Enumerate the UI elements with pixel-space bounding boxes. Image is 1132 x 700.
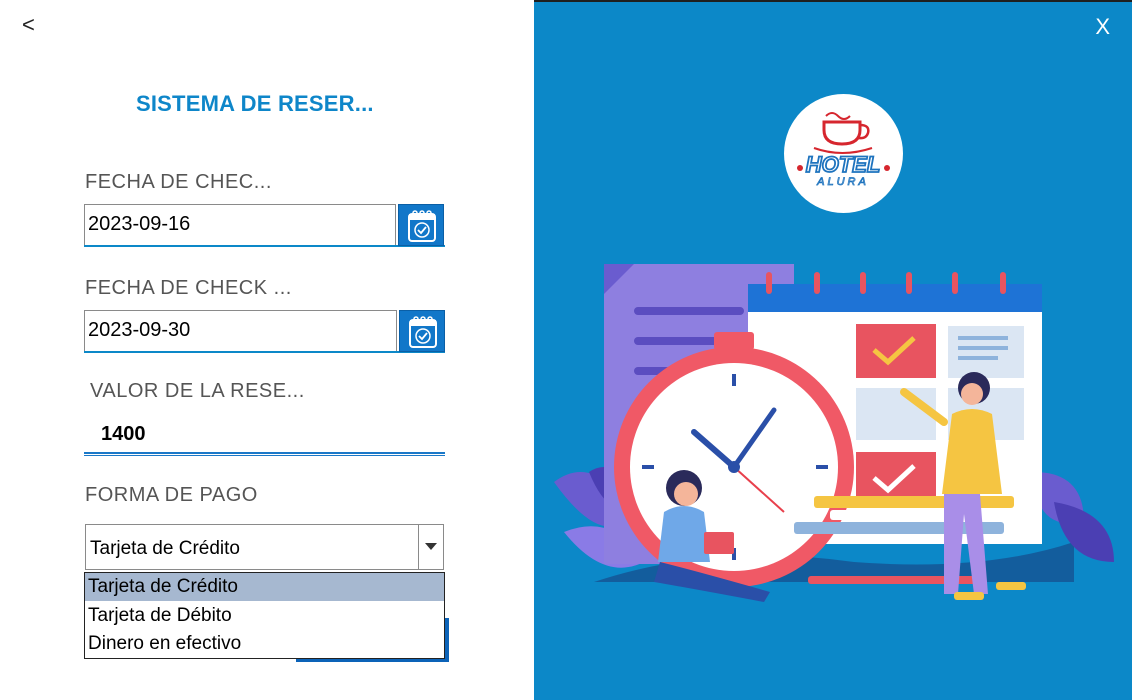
reservation-illustration <box>554 264 1114 602</box>
checkout-date-field[interactable]: 2023-09-30 <box>84 310 397 352</box>
payment-method-label: FORMA DE PAGO <box>85 484 258 506</box>
reservation-value-field[interactable]: 1400 <box>101 423 146 446</box>
back-button[interactable]: < <box>22 12 35 38</box>
illustration-panel: X HOTEL ALURA <box>534 2 1132 700</box>
checkout-label: FECHA DE CHECK ... <box>85 277 292 299</box>
reservation-value-label: VALOR DE LA RESE... <box>90 380 305 402</box>
checkin-calendar-button[interactable] <box>398 204 444 246</box>
checkout-calendar-button[interactable] <box>399 310 445 352</box>
checkin-label: FECHA DE CHEC... <box>85 171 272 193</box>
dropdown-arrow-button[interactable] <box>418 525 443 569</box>
reservation-form-panel: < SISTEMA DE RESER... FECHA DE CHEC... 2… <box>0 0 534 700</box>
value-underline <box>84 452 445 454</box>
payment-selected-value: Tarjeta de Crédito <box>90 538 240 559</box>
form-title: SISTEMA DE RESER... <box>136 91 374 116</box>
payment-method-select[interactable]: Tarjeta de Crédito <box>85 524 444 570</box>
payment-option-credit[interactable]: Tarjeta de Crédito <box>85 573 444 601</box>
calendar-check-icon <box>408 210 436 242</box>
checkin-date-field[interactable]: 2023-09-16 <box>84 204 396 246</box>
payment-option-debit[interactable]: Tarjeta de Débito <box>85 602 444 630</box>
payment-option-cash[interactable]: Dinero en efectivo <box>85 630 444 658</box>
value-underline-secondary <box>84 455 445 456</box>
calendar-check-icon <box>409 316 437 348</box>
checkout-underline <box>84 351 445 353</box>
triangle-down-icon <box>425 543 437 550</box>
payment-options-list: Tarjeta de Crédito Tarjeta de Débito Din… <box>84 572 445 659</box>
checkin-underline <box>84 245 445 247</box>
